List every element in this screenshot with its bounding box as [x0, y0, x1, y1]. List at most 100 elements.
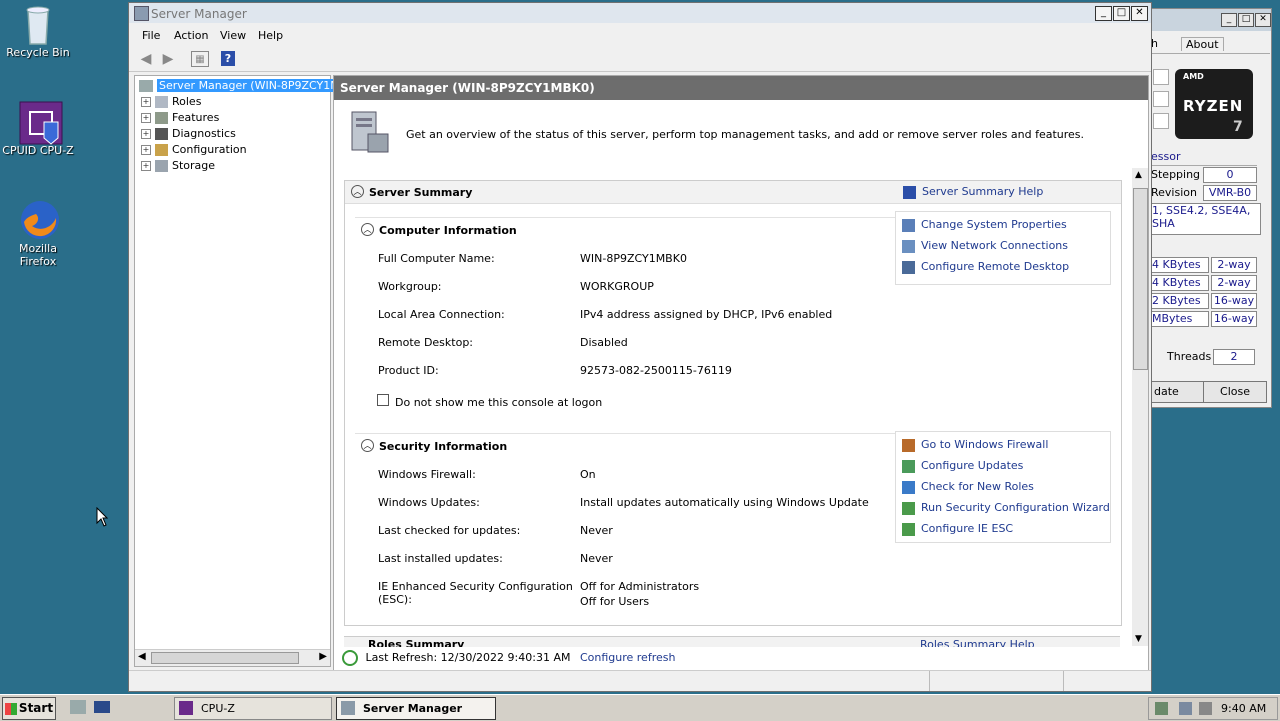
menu-file[interactable]: File	[142, 29, 160, 42]
task-link-text: Go to Windows Firewall	[921, 438, 1049, 451]
collapse-icon[interactable]: ︿	[361, 223, 374, 236]
tray-volume-icon[interactable]	[1199, 702, 1212, 715]
server-summary-help-link[interactable]: Server Summary Help	[903, 185, 1043, 199]
ryzen-logo: AMD RYZEN 7	[1175, 69, 1253, 139]
configure-updates-link[interactable]: Configure Updates	[902, 459, 1023, 473]
info-value: WIN-8P9ZCY1MBK0	[580, 252, 687, 265]
go-to-windows-firewall-link[interactable]: Go to Windows Firewall	[902, 438, 1048, 452]
info-value: Never	[580, 552, 613, 565]
tree-horizontal-scrollbar[interactable]: ◀ ▶	[135, 649, 330, 666]
cpuz-cache-size: 4 KBytes	[1147, 257, 1209, 273]
scroll-left-icon[interactable]: ◀	[138, 651, 146, 662]
desktop-icon-label: Mozilla Firefox	[19, 242, 57, 268]
start-button[interactable]: Start	[2, 697, 56, 720]
change-system-properties-link[interactable]: Change System Properties	[902, 218, 1067, 232]
help-link-text: Server Summary Help	[922, 185, 1044, 198]
quicklaunch-server-manager-icon[interactable]	[70, 700, 86, 714]
scroll-up-icon[interactable]: ▲	[1135, 170, 1142, 180]
expand-icon[interactable]: +	[141, 129, 151, 139]
scroll-down-icon[interactable]: ▼	[1135, 634, 1142, 644]
remote-desktop-icon	[902, 260, 915, 274]
cpuz-validate-button[interactable]: date	[1147, 381, 1209, 403]
collapse-icon[interactable]: ︿	[351, 185, 364, 198]
run-security-configuration-wizard-link[interactable]: Run Security Configuration Wizard	[902, 501, 1110, 515]
refresh-icon[interactable]	[342, 650, 358, 666]
tree-item-configuration[interactable]: + Configuration	[141, 142, 247, 158]
cpuz-titlebar[interactable]: _ □ ✕	[1147, 9, 1271, 31]
expand-icon[interactable]: +	[141, 113, 151, 123]
taskbar-cpuz[interactable]: CPU-Z	[174, 697, 332, 720]
menu-action[interactable]: Action	[174, 29, 208, 42]
back-arrow-icon[interactable]: ◀	[137, 51, 155, 67]
maximize-button[interactable]: □	[1113, 6, 1130, 21]
scroll-thumb[interactable]	[1133, 188, 1148, 370]
configuration-icon	[155, 144, 168, 156]
cpuz-close-dialog-button[interactable]: Close	[1203, 381, 1267, 403]
tree-item-label: Roles	[172, 95, 202, 108]
server-manager-large-icon	[351, 111, 389, 153]
info-label: Last checked for updates:	[378, 524, 521, 537]
configure-ie-esc-link[interactable]: Configure IE ESC	[902, 522, 1013, 536]
desktop-icon-firefox[interactable]: Mozilla Firefox	[0, 198, 76, 268]
forward-arrow-icon[interactable]: ▶	[159, 51, 177, 67]
menu-view[interactable]: View	[220, 29, 246, 42]
desktop-icon-recycle-bin[interactable]: Recycle Bin	[0, 2, 76, 59]
taskbar-server-manager[interactable]: Server Manager	[336, 697, 496, 720]
expand-icon[interactable]: +	[141, 145, 151, 155]
roles-check-icon	[902, 480, 915, 494]
tray-network-icon[interactable]	[1179, 702, 1192, 715]
scroll-right-icon[interactable]: ▶	[319, 651, 327, 662]
cpuz-maximize-button[interactable]: □	[1238, 13, 1254, 27]
scroll-thumb[interactable]	[151, 652, 299, 664]
logo-num: 7	[1233, 119, 1243, 135]
server-summary-title: Server Summary	[369, 186, 473, 199]
view-network-connections-link[interactable]: View Network Connections	[902, 239, 1068, 253]
expand-icon[interactable]: +	[141, 97, 151, 107]
tree-item-label: Storage	[172, 159, 216, 172]
taskbar-task-label: Server Manager	[363, 702, 463, 715]
quicklaunch-powershell-icon[interactable]	[94, 701, 110, 713]
cpuz-tab-bench[interactable]: h	[1151, 37, 1158, 50]
clock[interactable]: 9:40 AM	[1221, 698, 1266, 719]
computer-info-title: Computer Information	[379, 224, 517, 237]
configure-remote-desktop-link[interactable]: Configure Remote Desktop	[902, 260, 1069, 274]
cpuz-stepping-label: Stepping	[1151, 168, 1201, 181]
info-label: Full Computer Name:	[378, 252, 495, 265]
tray-security-icon[interactable]	[1155, 702, 1168, 715]
tree-item-roles[interactable]: + Roles	[141, 94, 201, 110]
menu-help[interactable]: Help	[258, 29, 283, 42]
collapse-icon[interactable]: ︿	[361, 439, 374, 452]
tree-item-storage[interactable]: + Storage	[141, 158, 215, 174]
close-button[interactable]: ✕	[1131, 6, 1148, 21]
cpuz-close-button[interactable]: ✕	[1255, 13, 1271, 27]
desktop-icon-label: Recycle Bin	[6, 46, 70, 59]
storage-icon	[155, 160, 168, 172]
configure-refresh-link[interactable]: Configure refresh	[580, 651, 675, 664]
cpuz-tab-about[interactable]: About	[1181, 37, 1224, 51]
cpuz-cache-way: 2-way	[1211, 257, 1257, 273]
logo-brand: AMD	[1183, 72, 1204, 81]
tree-item-diagnostics[interactable]: + Diagnostics	[141, 126, 236, 142]
expand-icon[interactable]: +	[141, 161, 151, 171]
roles-summary-header: Roles Summary Roles Summary Help	[344, 636, 1120, 647]
content-vertical-scrollbar[interactable]: ▲ ▼	[1132, 168, 1148, 646]
info-label: Windows Updates:	[378, 496, 480, 509]
roles-summary-help-link[interactable]: Roles Summary Help	[920, 638, 1035, 647]
last-refresh-bar: Last Refresh: 12/30/2022 9:40:31 AM Conf…	[342, 650, 675, 666]
show-hide-tree-icon[interactable]: ▦	[191, 51, 209, 67]
cpuz-minimize-button[interactable]: _	[1221, 13, 1237, 27]
minimize-button[interactable]: _	[1095, 6, 1112, 21]
server-manager-window[interactable]: Server Manager _ □ ✕ File Action View He…	[128, 2, 1152, 692]
tree-item-features[interactable]: + Features	[141, 110, 219, 126]
recycle-bin-icon	[18, 2, 58, 45]
network-icon	[902, 239, 915, 253]
server-manager-titlebar[interactable]: Server Manager _ □ ✕	[129, 3, 1151, 23]
tree-root[interactable]: Server Manager (WIN-8P9ZCY1MBK	[139, 78, 357, 94]
desktop-icon-cpuz[interactable]: CPUID CPU-Z	[0, 100, 76, 157]
cpuz-window[interactable]: _ □ ✕ h About AMD RYZEN 7 essor Stepping…	[1146, 8, 1272, 408]
do-not-show-checkbox[interactable]	[377, 394, 389, 406]
menu-bar: File Action View Help	[129, 23, 1151, 47]
taskbar: Start CPU-Z Server Manager 9:40 AM	[0, 694, 1280, 721]
check-for-new-roles-link[interactable]: Check for New Roles	[902, 480, 1034, 494]
help-icon[interactable]: ?	[221, 51, 235, 66]
